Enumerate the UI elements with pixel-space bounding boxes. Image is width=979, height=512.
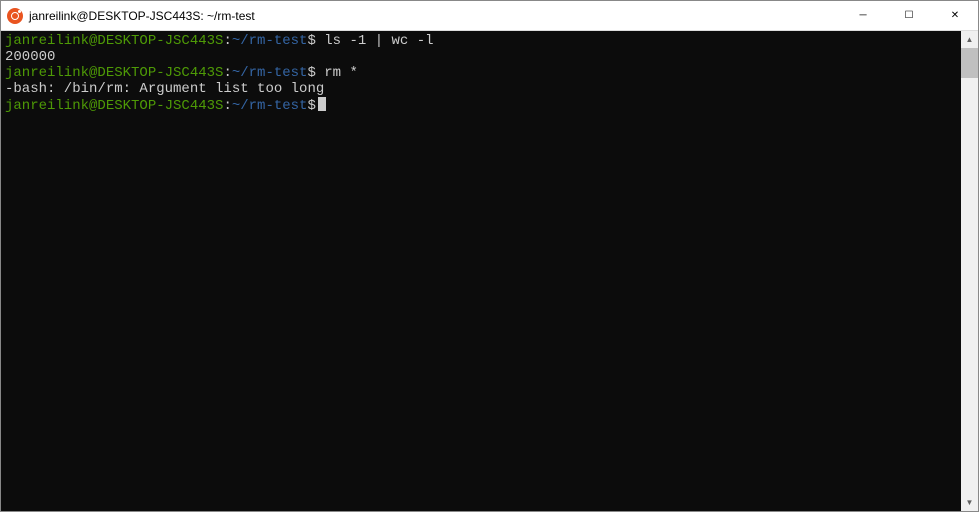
prompt-path: ~/rm-test (232, 65, 308, 81)
terminal-wrapper: janreilink@DESKTOP-JSC443S:~/rm-test$ ls… (1, 31, 978, 511)
command-2: rm * (316, 65, 358, 81)
maximize-button[interactable]: ☐ (886, 1, 932, 30)
command-1: ls -1 | wc -l (316, 33, 434, 49)
terminal-area[interactable]: janreilink@DESKTOP-JSC443S:~/rm-test$ ls… (1, 31, 961, 511)
prompt-path: ~/rm-test (232, 98, 308, 114)
prompt-user-host: janreilink@DESKTOP-JSC443S (5, 98, 223, 114)
scroll-up-arrow-icon[interactable]: ▲ (961, 31, 978, 48)
close-button[interactable]: ✕ (932, 1, 978, 30)
prompt-colon: : (223, 33, 231, 49)
vertical-scrollbar[interactable]: ▲ ▼ (961, 31, 978, 511)
scroll-thumb[interactable] (961, 48, 978, 78)
output-2: -bash: /bin/rm: Argument list too long (5, 81, 957, 97)
minimize-button[interactable]: ─ (840, 1, 886, 30)
window-controls: ─ ☐ ✕ (840, 1, 978, 30)
prompt-symbol: $ (307, 33, 315, 49)
prompt-user-host: janreilink@DESKTOP-JSC443S (5, 65, 223, 81)
window-titlebar: janreilink@DESKTOP-JSC443S: ~/rm-test ─ … (1, 1, 978, 31)
prompt-symbol: $ (307, 98, 315, 114)
output-1: 200000 (5, 49, 957, 65)
window-title: janreilink@DESKTOP-JSC443S: ~/rm-test (29, 9, 840, 23)
cursor-icon (318, 97, 326, 111)
prompt-symbol: $ (307, 65, 315, 81)
terminal-line-3: janreilink@DESKTOP-JSC443S:~/rm-test$ (5, 97, 957, 114)
prompt-colon: : (223, 98, 231, 114)
terminal-line-2: janreilink@DESKTOP-JSC443S:~/rm-test$ rm… (5, 65, 957, 81)
prompt-colon: : (223, 65, 231, 81)
scroll-down-arrow-icon[interactable]: ▼ (961, 494, 978, 511)
prompt-user-host: janreilink@DESKTOP-JSC443S (5, 33, 223, 49)
terminal-line-1: janreilink@DESKTOP-JSC443S:~/rm-test$ ls… (5, 33, 957, 49)
prompt-path: ~/rm-test (232, 33, 308, 49)
ubuntu-icon (7, 8, 23, 24)
